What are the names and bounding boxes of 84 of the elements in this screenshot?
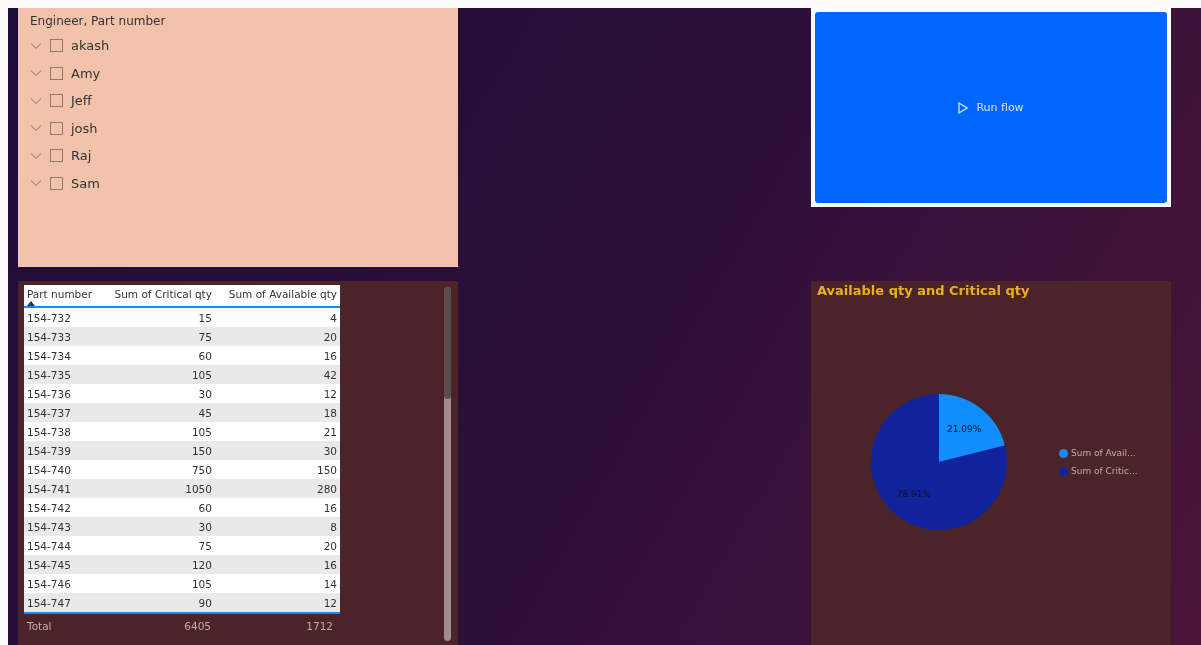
pie-value-label: 78.91% [896,488,932,499]
checkbox[interactable] [50,121,63,135]
table-cell: 154-741 [24,479,102,498]
table-cell: 15 [101,307,215,327]
chevron-down-icon[interactable] [30,69,42,78]
checkbox[interactable] [50,94,63,108]
legend-dot [1059,466,1068,476]
table-cell: 12 [214,384,340,403]
table-cell: 154-733 [24,327,102,346]
table-cell: 20 [214,536,340,555]
table-cell: 1050 [101,479,215,498]
table-cell: 154-745 [24,555,102,574]
slicer-item-label[interactable]: Sam [71,175,100,191]
table-cell: 16 [214,498,340,517]
table-cell: 16 [214,346,340,365]
table-cell: 750 [101,460,215,479]
table-cell: 21 [214,422,340,441]
legend-label[interactable]: Sum of Avail... [1071,448,1136,458]
table-cell: 154-742 [24,498,102,517]
table-cell: 154-747 [24,593,102,613]
table-cell: 105 [101,365,215,384]
table-cell: 20 [214,327,340,346]
slicer-item-label[interactable]: Jeff [71,93,92,109]
chevron-down-icon[interactable] [30,124,42,133]
table-cell: 8 [214,517,340,536]
checkbox[interactable] [50,176,63,190]
chevron-down-icon[interactable] [30,41,42,50]
table-cell: 120 [101,555,215,574]
slicer-title: Engineer, Part number [30,14,167,28]
table-cell: 154-738 [24,422,102,441]
total-cell-text: 6405 [183,620,211,632]
legend-label[interactable]: Sum of Critic... [1071,466,1138,476]
table-cell: 154-746 [24,574,102,593]
chevron-down-icon[interactable] [30,151,42,160]
table-cell: 75 [101,327,215,346]
table-cell: 18 [214,403,340,422]
slicer-item-label[interactable]: josh [71,120,98,136]
total-cell-text: Total [27,620,53,632]
slicer-item-label[interactable]: Amy [71,65,101,81]
table-cell: 105 [101,574,215,593]
table-cell: 60 [101,346,215,365]
table-cell: 90 [101,593,215,613]
table-cell: 150 [101,441,215,460]
table-cell: 154-739 [24,441,102,460]
run-flow-button[interactable]: Run flow [815,12,1167,203]
play-icon [958,101,969,114]
sort-ascending-icon[interactable] [27,301,35,306]
table-cell: 154-736 [24,384,102,403]
checkbox[interactable] [50,66,63,80]
table-cell: 280 [214,479,340,498]
table-cell: 154-743 [24,517,102,536]
table-cell: 30 [101,384,215,403]
table-cell: 154-737 [24,403,102,422]
pie-value-label: 21.09% [946,424,982,435]
checkbox[interactable] [50,149,63,163]
scrollbar[interactable] [444,287,451,641]
chevron-down-icon[interactable] [30,179,42,188]
chevron-down-icon[interactable] [30,96,42,105]
checkbox[interactable] [50,39,63,53]
table-cell: 42 [214,365,340,384]
table-cell: 14 [214,574,340,593]
table-cell: 30 [101,517,215,536]
column-header[interactable]: Sum of Critical qty [101,285,215,307]
table-cell: 30 [214,441,340,460]
slicer-item-label[interactable]: akash [71,38,110,54]
legend-dot [1059,448,1068,458]
total-cell-text: 1712 [305,620,333,632]
table-cell: 150 [214,460,340,479]
table-cell: 16 [214,555,340,574]
table-cell: 154-740 [24,460,102,479]
table-cell: 154-744 [24,536,102,555]
table-cell: 105 [101,422,215,441]
table-cell: 60 [101,498,215,517]
table-cell: 75 [101,536,215,555]
table-cell: 12 [214,593,340,613]
table-cell: 154-732 [24,307,102,327]
table-cell: 4 [214,307,340,327]
table-cell: 45 [101,403,215,422]
column-header[interactable]: Part number [24,285,102,307]
table-cell: 154-735 [24,365,102,384]
slicer-item-label[interactable]: Raj [71,148,92,164]
table-cell: 154-734 [24,346,102,365]
chart-title: Available qty and Critical qty [817,283,1031,298]
column-header[interactable]: Sum of Available qty [214,285,340,307]
